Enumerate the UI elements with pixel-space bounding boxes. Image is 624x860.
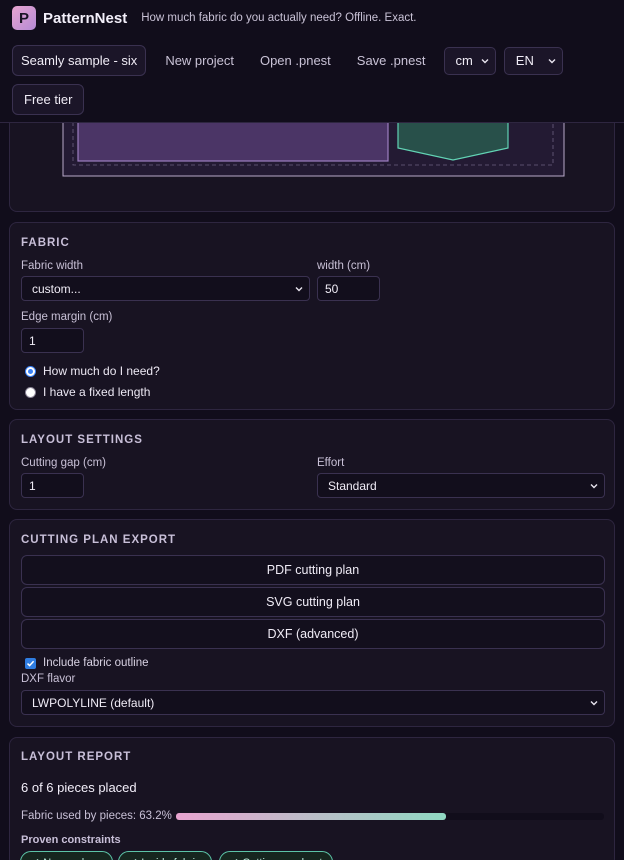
include-outline-label: Include fabric outline	[43, 657, 149, 669]
effort-label: Effort	[317, 457, 345, 469]
include-outline-checkbox[interactable]: Include fabric outline	[25, 657, 148, 669]
app-name: PatternNest	[43, 9, 128, 27]
app-logo: P	[12, 6, 36, 30]
save-project-button[interactable]: Save .pnest	[350, 45, 433, 76]
fabric-width-select-value: custom...	[32, 281, 81, 296]
project-name-button[interactable]: Seamly sample - six	[12, 45, 147, 76]
mode-fixed-option[interactable]: I have a fixed length	[25, 385, 150, 399]
chevron-down-icon	[295, 285, 303, 293]
fabric-title: FABRIC	[21, 237, 70, 249]
constraint-chip-inside-fabric: ✓ Inside fabric	[118, 851, 212, 860]
layout-report-card: LAYOUT REPORT 6 of 6 pieces placed Fabri…	[9, 737, 615, 860]
checkbox-checked-icon	[25, 657, 36, 669]
toolbar: Seamly sample - six New project Open .pn…	[12, 45, 563, 76]
language-select[interactable]: EN	[503, 46, 563, 75]
fabric-usage-label: Fabric used by pieces: 63.2%	[21, 810, 172, 822]
language-select-value: EN	[515, 53, 534, 68]
cutting-gap-input[interactable]: 1	[21, 473, 84, 498]
new-project-button[interactable]: New project	[158, 45, 241, 76]
proven-constraints-label: Proven constraints	[21, 834, 121, 846]
fabric-card: FABRIC Fabric width custom... width (cm)…	[9, 222, 615, 410]
app-tagline: How much fabric do you actually need? Of…	[141, 12, 417, 24]
top-bar: P PatternNest How much fabric do you act…	[0, 0, 624, 123]
fabric-usage-fill	[176, 813, 447, 820]
chevron-down-icon	[548, 57, 556, 65]
edge-margin-label: Edge margin (cm)	[21, 311, 113, 323]
chevron-down-icon	[481, 57, 489, 65]
open-project-button[interactable]: Open .pnest	[253, 45, 338, 76]
export-pdf-button[interactable]: PDF cutting plan	[21, 555, 605, 585]
layout-settings-title: LAYOUT SETTINGS	[21, 434, 143, 446]
effort-select[interactable]: Standard	[317, 473, 605, 498]
export-title: CUTTING PLAN EXPORT	[21, 534, 177, 546]
export-card: CUTTING PLAN EXPORT PDF cutting plan SVG…	[9, 519, 615, 727]
export-dxf-button[interactable]: DXF (advanced)	[21, 619, 605, 649]
chevron-down-icon	[590, 699, 598, 707]
export-svg-button[interactable]: SVG cutting plan	[21, 587, 605, 617]
radio-checked-icon	[25, 365, 36, 377]
unit-select[interactable]: cm	[444, 46, 496, 75]
dxf-flavor-select[interactable]: LWPOLYLINE (default)	[21, 690, 605, 715]
unit-select-value: cm	[455, 53, 473, 68]
tier-button[interactable]: Free tier	[12, 84, 85, 115]
radio-unchecked-icon	[25, 386, 36, 398]
constraint-chip-gap-kept: ✓ Cutting gap kept	[219, 851, 334, 860]
layout-report-title: LAYOUT REPORT	[21, 751, 132, 763]
dxf-flavor-label: DXF flavor	[21, 673, 76, 685]
brand: P PatternNest How much fabric do you act…	[12, 6, 417, 30]
layout-settings-card: LAYOUT SETTINGS Cutting gap (cm) 1 Effor…	[9, 419, 615, 510]
pieces-placed-text: 6 of 6 pieces placed	[21, 780, 137, 795]
fabric-width-select[interactable]: custom...	[21, 276, 310, 301]
fabric-usage-bar	[176, 813, 604, 820]
mode-fixed-label: I have a fixed length	[43, 385, 151, 399]
dxf-flavor-select-value: LWPOLYLINE (default)	[32, 695, 155, 710]
chevron-down-icon	[590, 482, 598, 490]
cutting-gap-label: Cutting gap (cm)	[21, 457, 107, 469]
edge-margin-input[interactable]: 1	[21, 328, 84, 353]
fabric-width-label: Fabric width	[21, 260, 83, 272]
effort-select-value: Standard	[328, 478, 377, 493]
width-cm-input[interactable]: 50	[317, 276, 380, 301]
mode-need-option[interactable]: How much do I need?	[25, 364, 160, 378]
constraint-chip-no-overlaps: ✓ No overlaps	[20, 851, 113, 860]
mode-need-label: How much do I need?	[43, 364, 160, 378]
width-cm-label: width (cm)	[317, 260, 371, 272]
